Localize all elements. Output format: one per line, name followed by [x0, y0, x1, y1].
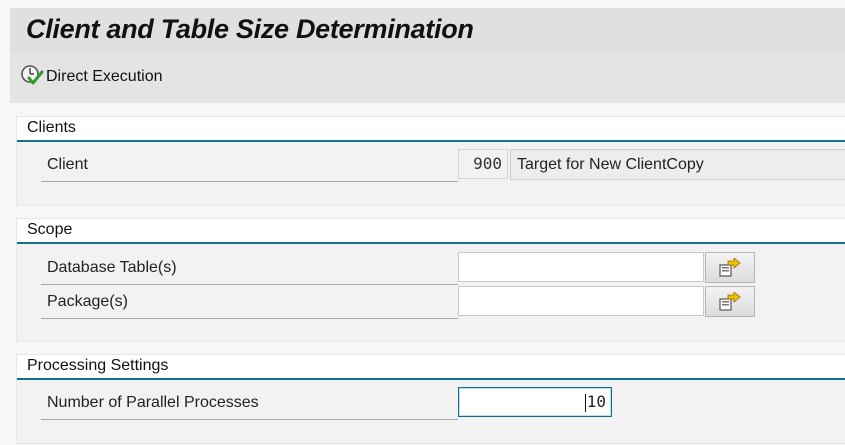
parallel-processes-label: Number of Parallel Processes: [41, 387, 458, 420]
processing-settings-header: Processing Settings: [17, 355, 845, 380]
clients-section: Clients Client 900 Target for New Client…: [16, 116, 845, 206]
packages-input[interactable]: [458, 286, 704, 316]
packages-row: Package(s): [41, 286, 845, 319]
direct-execution-label: Direct Execution: [46, 68, 163, 85]
clients-section-header: Clients: [17, 117, 845, 142]
packages-label: Package(s): [41, 286, 458, 319]
db-tables-label: Database Table(s): [41, 252, 458, 285]
scope-section-title: Scope: [27, 221, 73, 238]
multiple-selection-arrow-icon: [719, 258, 741, 277]
title-bar: Client and Table Size Determination: [10, 8, 845, 53]
db-tables-input[interactable]: [458, 252, 704, 282]
scope-section-header: Scope: [17, 219, 845, 244]
direct-execution-button[interactable]: Direct Execution: [20, 63, 163, 91]
db-tables-multiple-selection-button[interactable]: [705, 252, 755, 283]
client-field: 900: [458, 149, 508, 179]
parallel-processes-row: Number of Parallel Processes 10: [41, 387, 845, 420]
processing-settings-title: Processing Settings: [27, 357, 169, 374]
application-toolbar: Direct Execution: [10, 53, 845, 103]
page-title: Client and Table Size Determination: [26, 14, 474, 44]
client-row: Client 900 Target for New ClientCopy: [41, 149, 845, 182]
parallel-processes-input[interactable]: 10: [458, 387, 612, 417]
client-label: Client: [41, 149, 458, 182]
clients-section-title: Clients: [27, 119, 76, 136]
packages-multiple-selection-button[interactable]: [705, 286, 755, 317]
processing-settings-section: Processing Settings Number of Parallel P…: [16, 354, 845, 444]
text-cursor: [584, 393, 586, 412]
parallel-processes-value: 10: [586, 392, 606, 411]
client-description: Target for New ClientCopy: [510, 149, 845, 180]
multiple-selection-arrow-icon: [719, 292, 741, 311]
execute-clock-icon: [20, 63, 44, 92]
db-tables-row: Database Table(s): [41, 252, 845, 285]
scope-section: Scope Database Table(s) Package(s): [16, 218, 845, 342]
